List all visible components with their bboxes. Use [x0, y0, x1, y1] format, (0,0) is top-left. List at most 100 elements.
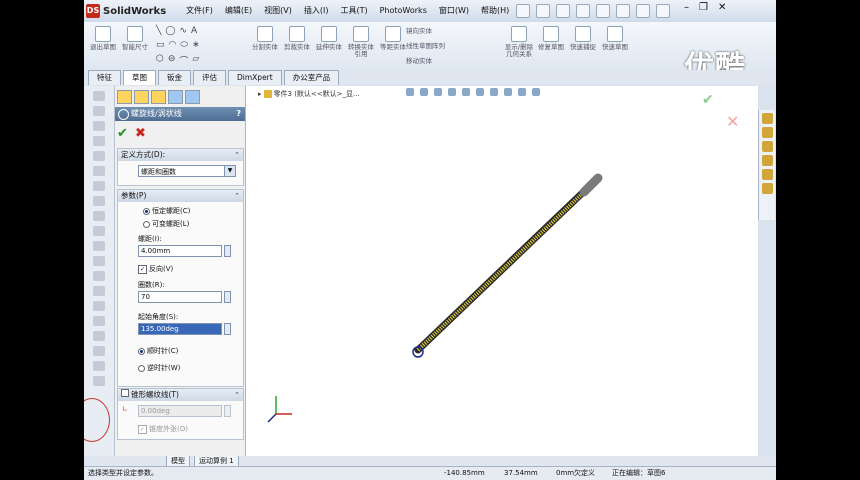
revolutions-spinner[interactable] [224, 291, 231, 303]
menu-tools[interactable]: 工具(T) [334, 5, 373, 17]
appearances-icon[interactable] [761, 169, 773, 180]
tool-icon-19[interactable] [93, 361, 105, 371]
circle-icon[interactable]: ◯ [165, 26, 175, 36]
clockwise-radio[interactable]: 顺时针(C) [138, 346, 178, 356]
convert-entities-button[interactable]: 转换实体引用 [346, 26, 376, 58]
move-entities-button[interactable]: 移动实体 [406, 54, 445, 69]
custom-properties-icon[interactable] [761, 183, 773, 194]
start-angle-spinner[interactable] [224, 323, 231, 335]
repair-sketch-button[interactable]: 修复草图 [536, 26, 566, 51]
tool-icon-18[interactable] [93, 346, 105, 356]
tool-icon-10[interactable] [93, 226, 105, 236]
menu-file[interactable]: 文件(F) [180, 5, 219, 17]
constant-pitch-radio[interactable]: 恒定螺距(C) [143, 206, 190, 216]
close-button[interactable]: ✕ [718, 2, 726, 13]
taper-outward-checkbox[interactable]: ✓ 锥度外张(O) [138, 424, 188, 434]
tool-icon-14[interactable] [93, 286, 105, 296]
exit-sketch-button[interactable]: 退出草图 [88, 26, 118, 51]
tool-icon-20[interactable] [93, 376, 105, 386]
tool-icon-6[interactable] [93, 166, 105, 176]
rapid-sketch-button[interactable]: 快速草图 [600, 26, 630, 51]
mirror-entities-button[interactable]: 镜向实体 [406, 24, 445, 39]
collapse-icon[interactable]: ⌃ [234, 149, 240, 161]
tool-icon-8[interactable] [93, 196, 105, 206]
menu-help[interactable]: 帮助(H) [475, 5, 515, 17]
help-button[interactable]: ? [236, 107, 241, 121]
rectangle-icon[interactable]: ▭ [156, 40, 165, 50]
quick-snaps-button[interactable]: 快速捕捉 [568, 26, 598, 51]
rebuild-icon[interactable] [636, 4, 650, 18]
tab-evaluate[interactable]: 评估 [193, 70, 226, 85]
helix-feature[interactable] [412, 173, 603, 358]
tab-sheet-metal[interactable]: 钣金 [158, 70, 191, 85]
property-manager-icon[interactable] [134, 90, 149, 104]
ok-button[interactable]: ✔ [117, 126, 128, 141]
offset-entities-button[interactable]: 等距实体 [378, 26, 408, 51]
design-library-icon[interactable] [761, 127, 773, 138]
cancel-button[interactable]: ✖ [135, 126, 146, 141]
tool-icon-17[interactable] [93, 331, 105, 341]
print-icon[interactable] [576, 4, 590, 18]
tool-icon-4[interactable] [93, 136, 105, 146]
polygon-icon[interactable]: ⬡ [156, 54, 164, 67]
menu-edit[interactable]: 编辑(E) [219, 5, 258, 17]
tool-icon-7[interactable] [93, 181, 105, 191]
tab-sketch[interactable]: 草图 [123, 70, 156, 85]
revolutions-input[interactable]: 70 [138, 291, 222, 303]
trim-entities-button[interactable]: 剪裁实体 [282, 26, 312, 51]
slot-icon[interactable]: ⊖ [168, 54, 176, 67]
taper-checkbox[interactable] [121, 389, 129, 397]
tool-icon-1[interactable] [93, 91, 105, 101]
tab-features[interactable]: 特征 [88, 70, 121, 85]
feature-tree-icon[interactable] [117, 90, 132, 104]
tool-icon-12[interactable] [93, 256, 105, 266]
solidworks-logo[interactable]: DS SolidWorks [86, 3, 168, 19]
parameters-header[interactable]: 参数(P) ⌃ [118, 190, 243, 202]
plane-icon[interactable]: ▱ [192, 54, 199, 67]
start-angle-input[interactable]: 135.00deg [138, 323, 222, 335]
smart-dimension-button[interactable]: 智能尺寸 [120, 26, 150, 51]
point-icon[interactable]: ∗ [192, 40, 200, 50]
ellipse-icon[interactable]: ⬭ [180, 40, 188, 50]
display-relations-button[interactable]: 显示/删除几何关系 [504, 26, 534, 58]
select-icon[interactable] [616, 4, 630, 18]
tool-icon-3[interactable] [93, 121, 105, 131]
spline-icon[interactable]: ∿ [180, 26, 188, 36]
open-icon[interactable] [536, 4, 550, 18]
file-explorer-icon[interactable] [761, 141, 773, 152]
restore-button[interactable]: ❐ [699, 2, 708, 13]
undo-icon[interactable] [596, 4, 610, 18]
pitch-spinner[interactable] [224, 245, 231, 257]
configuration-manager-icon[interactable] [151, 90, 166, 104]
tool-icon-5[interactable] [93, 151, 105, 161]
menu-window[interactable]: 窗口(W) [433, 5, 475, 17]
split-entities-button[interactable]: 分割实体 [250, 26, 280, 51]
display-manager-icon[interactable] [185, 90, 200, 104]
tool-icon-13[interactable] [93, 271, 105, 281]
dimxpert-manager-icon[interactable] [168, 90, 183, 104]
line-icon[interactable]: ╲ [156, 26, 161, 36]
tool-icon-2[interactable] [93, 106, 105, 116]
taper-angle-spinner[interactable] [224, 405, 231, 417]
menu-insert[interactable]: 插入(I) [298, 5, 335, 17]
tool-icon-9[interactable] [93, 211, 105, 221]
options-icon[interactable] [656, 4, 670, 18]
taper-header[interactable]: 锥形螺纹线(T) ⌃ [118, 389, 243, 401]
tool-icon-16[interactable] [93, 316, 105, 326]
text-icon[interactable]: A [191, 26, 197, 36]
resources-icon[interactable] [761, 113, 773, 124]
reverse-checkbox[interactable]: ✓ 反向(V) [138, 264, 173, 274]
definition-select[interactable]: 螺距和圈数 ▼ [138, 165, 236, 177]
linear-pattern-button[interactable]: 线性草图阵列 [406, 39, 445, 54]
tab-dimxpert[interactable]: DimXpert [228, 70, 282, 85]
tool-icon-15[interactable] [93, 301, 105, 311]
menu-view[interactable]: 视图(V) [258, 5, 298, 17]
taper-angle-input[interactable]: 0.00deg [138, 405, 222, 417]
extend-entities-button[interactable]: 延伸实体 [314, 26, 344, 51]
minimize-button[interactable]: – [684, 2, 689, 13]
save-icon[interactable] [556, 4, 570, 18]
definition-header[interactable]: 定义方式(D): ⌃ [118, 149, 243, 161]
search-icon[interactable] [761, 155, 773, 166]
tab-office-products[interactable]: 办公室产品 [283, 70, 340, 85]
arc-icon[interactable]: ◠ [169, 40, 177, 50]
